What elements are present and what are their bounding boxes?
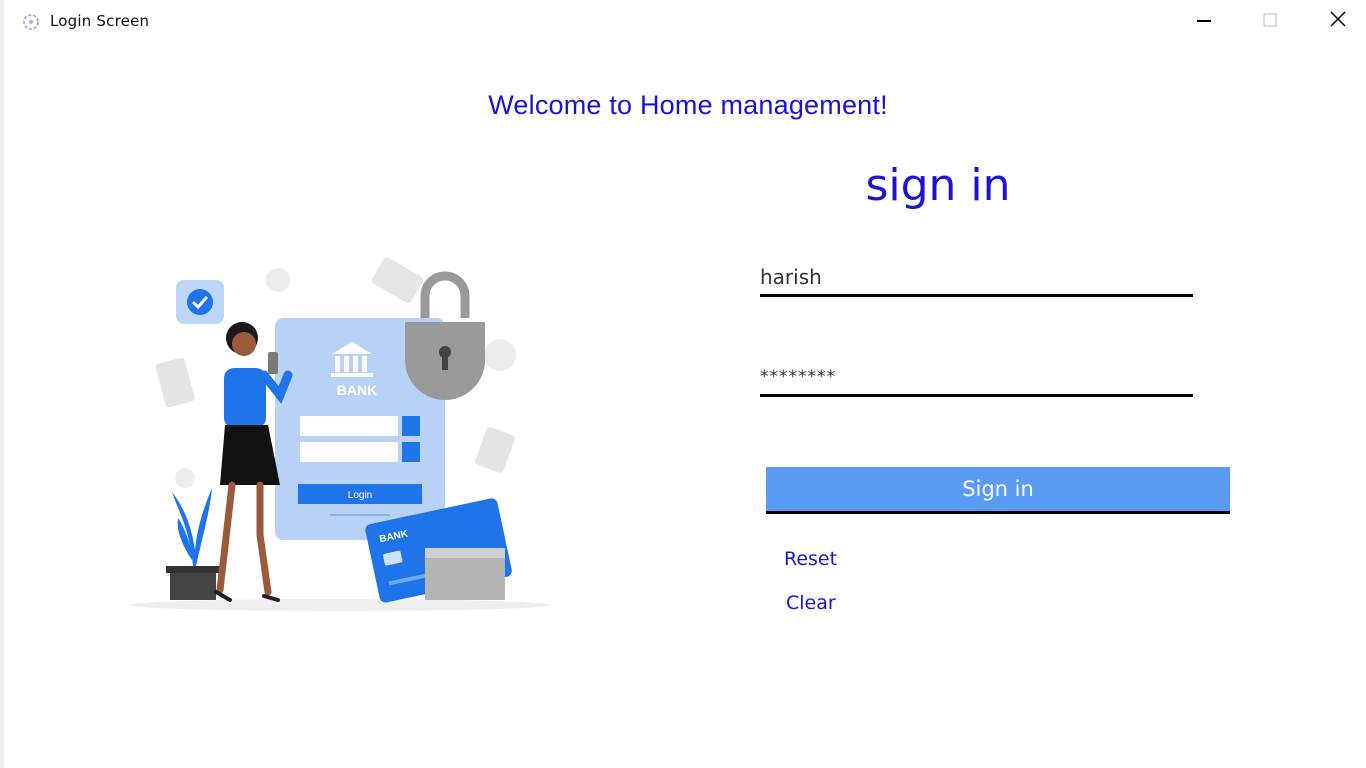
minimize-icon: [1197, 12, 1211, 31]
login-illustration: BANK Login BANK: [120, 230, 560, 620]
minimize-button[interactable]: [1184, 6, 1224, 36]
window-title: Login Screen: [50, 12, 150, 30]
sign-in-button[interactable]: Sign in: [766, 467, 1230, 514]
username-field[interactable]: [760, 260, 1193, 297]
maximize-button[interactable]: [1250, 6, 1290, 36]
reset-link[interactable]: Reset: [784, 548, 837, 570]
password-field[interactable]: [760, 360, 1193, 397]
close-icon: [1330, 11, 1346, 31]
app-logo-icon: [21, 12, 41, 32]
illustration-login-label: Login: [348, 490, 372, 501]
title-bar: Login Screen: [0, 0, 1366, 44]
sign-in-heading: sign in: [865, 160, 1011, 211]
bank-label: BANK: [337, 382, 377, 398]
maximize-icon: [1263, 12, 1277, 31]
clear-link[interactable]: Clear: [786, 592, 836, 614]
close-button[interactable]: [1318, 6, 1358, 36]
welcome-heading: Welcome to Home management!: [488, 90, 888, 120]
